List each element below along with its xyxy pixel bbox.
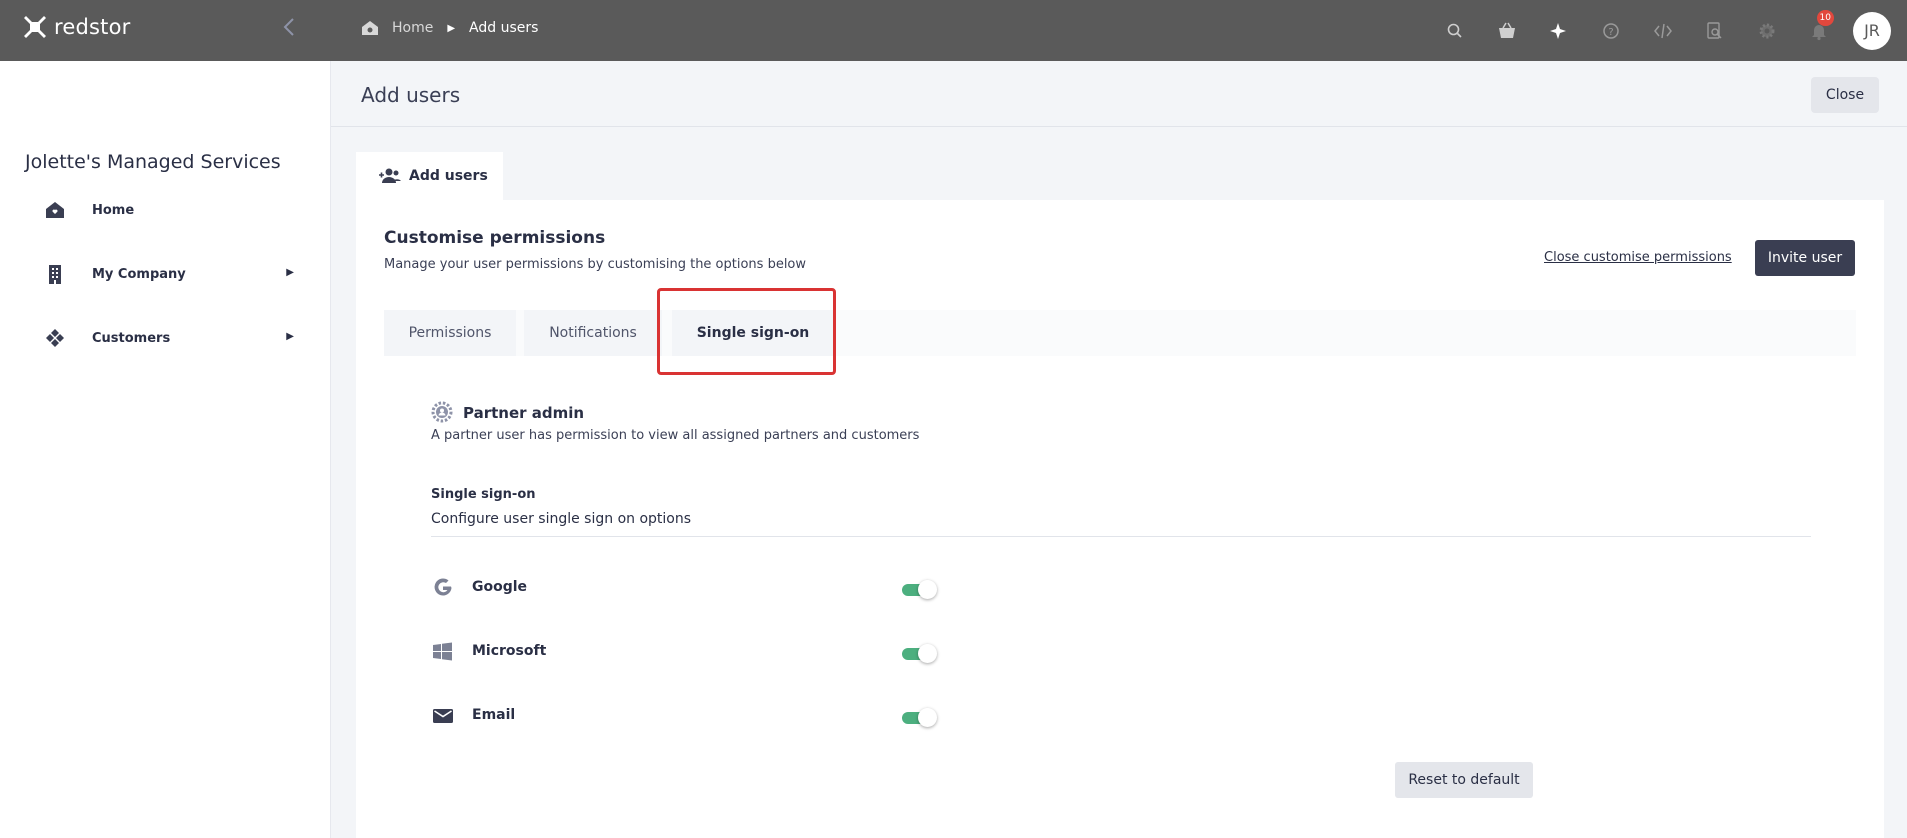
basket-icon[interactable]: [1481, 0, 1533, 61]
breadcrumb-home-link[interactable]: Home: [392, 20, 433, 36]
tab-single-sign-on[interactable]: Single sign-on: [672, 310, 834, 356]
svg-text:?: ?: [1608, 27, 1613, 38]
microsoft-toggle[interactable]: [900, 643, 938, 663]
caret-right-icon: ▶: [286, 267, 294, 278]
tab-permissions[interactable]: Permissions: [384, 310, 516, 356]
section-subtitle: Manage your user permissions by customis…: [384, 257, 807, 272]
help-icon[interactable]: ?: [1585, 0, 1637, 61]
email-icon: [433, 709, 453, 723]
tab-label: Add users: [409, 168, 488, 184]
provider-row-email: Email: [431, 701, 991, 731]
toggle-knob: [918, 644, 937, 663]
bell-icon[interactable]: 10: [1793, 0, 1845, 61]
toggle-knob: [918, 580, 937, 599]
customise-permissions-card: Customise permissions Manage your user p…: [356, 200, 1884, 838]
breadcrumb-current: Add users: [469, 20, 539, 36]
toggle-knob: [918, 708, 937, 727]
sidebar-item-my-company[interactable]: My Company ▶: [44, 254, 294, 294]
sidebar-item-label: My Company: [92, 266, 186, 282]
invite-user-button[interactable]: Invite user: [1755, 240, 1855, 276]
email-toggle[interactable]: [900, 707, 938, 727]
close-button[interactable]: Close: [1811, 77, 1879, 113]
section-title: Customise permissions: [384, 228, 606, 248]
partner-admin-icon: [431, 401, 453, 423]
provider-name: Email: [472, 707, 516, 723]
sso-section-description: Configure user single sign on options: [431, 511, 692, 527]
reset-to-default-button[interactable]: Reset to default: [1395, 762, 1533, 798]
role-title: Partner admin: [463, 404, 585, 422]
add-users-icon: [379, 168, 401, 183]
top-icon-bar: ? 10 JR: [1429, 0, 1907, 61]
collapse-sidebar-icon[interactable]: [282, 16, 304, 42]
sidebar-item-customers[interactable]: Customers ▶: [44, 318, 294, 358]
provider-row-google: Google: [431, 573, 991, 603]
home-icon: [46, 202, 64, 218]
sidebar: Jolette's Managed Services Home My Compa…: [0, 61, 331, 838]
tab-notifications[interactable]: Notifications: [524, 310, 662, 356]
sidebar-item-label: Home: [92, 202, 135, 218]
redstor-logo-icon: [24, 16, 46, 38]
top-bar: redstor Home ▶ Add users ? 10 JR: [0, 0, 1907, 61]
tab-add-users[interactable]: Add users: [356, 152, 503, 200]
breadcrumb-separator-icon: ▶: [447, 22, 456, 34]
caret-right-icon: ▶: [286, 331, 294, 342]
notification-badge: 10: [1816, 10, 1834, 26]
provider-row-microsoft: Microsoft: [431, 637, 991, 667]
sso-section-label: Single sign-on: [431, 487, 536, 502]
search-icon[interactable]: [1429, 0, 1481, 61]
building-icon: [49, 265, 61, 284]
sidebar-item-label: Customers: [92, 330, 171, 346]
gear-icon[interactable]: [1741, 0, 1793, 61]
customers-icon: [46, 329, 64, 347]
sparkle-icon[interactable]: [1533, 0, 1585, 61]
windows-icon: [433, 642, 452, 661]
brand-name: redstor: [54, 15, 131, 39]
divider: [431, 536, 1811, 537]
google-toggle[interactable]: [900, 579, 938, 599]
breadcrumb: Home ▶ Add users: [360, 18, 538, 38]
permission-tabs: Permissions Notifications Single sign-on: [384, 310, 1856, 356]
provider-name: Google: [472, 579, 528, 595]
close-customise-permissions-link[interactable]: Close customise permissions: [1544, 250, 1732, 265]
role-description: A partner user has permission to view al…: [431, 428, 920, 443]
search-doc-icon[interactable]: [1689, 0, 1741, 61]
google-icon: [434, 578, 452, 596]
avatar[interactable]: JR: [1853, 11, 1891, 50]
organisation-name: Jolette's Managed Services: [25, 151, 281, 173]
page-header: Add users Close: [331, 61, 1907, 127]
page-title: Add users: [361, 83, 461, 107]
provider-name: Microsoft: [472, 643, 547, 659]
home-icon: [362, 21, 378, 35]
code-icon[interactable]: [1637, 0, 1689, 61]
brand-logo[interactable]: redstor: [22, 14, 130, 40]
sidebar-item-home[interactable]: Home: [44, 190, 294, 230]
